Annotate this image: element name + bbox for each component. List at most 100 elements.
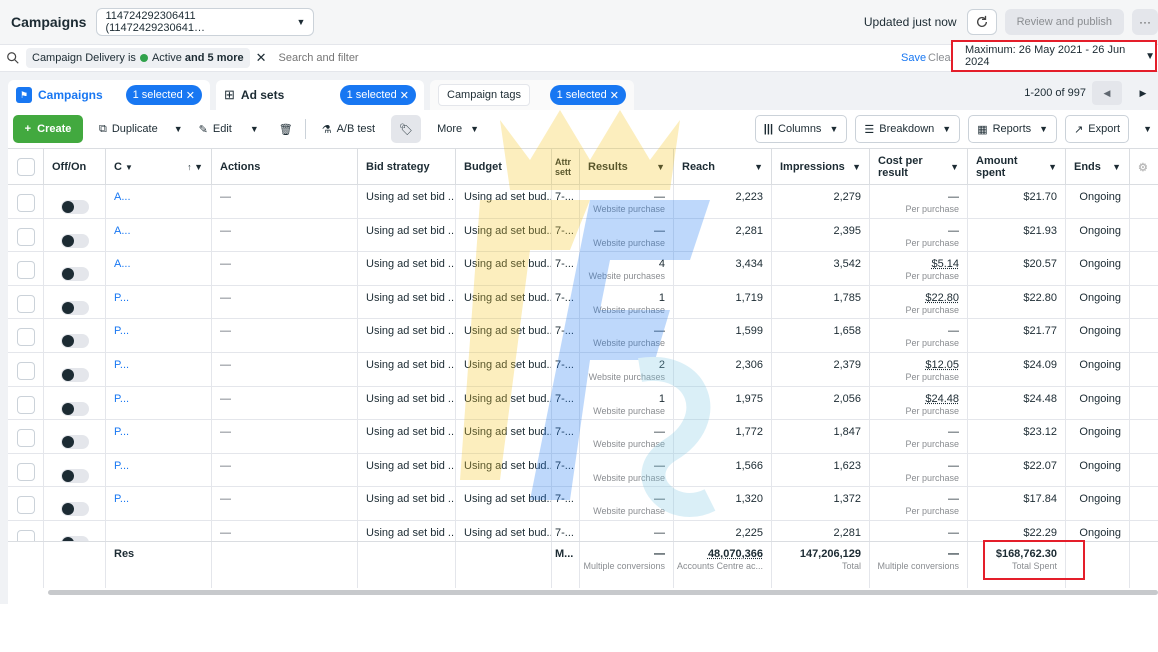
amount-spent-cell: $21.77 bbox=[968, 319, 1066, 352]
row-checkbox[interactable] bbox=[16, 294, 35, 313]
col-impressions[interactable]: Impressions ▼ bbox=[772, 149, 870, 185]
row-checkbox[interactable] bbox=[16, 194, 35, 212]
col-campaign[interactable]: C ▼ ↑ ▼ bbox=[106, 149, 212, 185]
duplicate-button[interactable]: ⧉ Duplicate ▼ bbox=[91, 115, 183, 143]
columns-button[interactable]: ||| Columns ▼ bbox=[754, 115, 848, 143]
campaign-name-cell[interactable]: A... bbox=[106, 185, 212, 218]
account-selector[interactable]: 114724292306411 (11472429230641… ▼ bbox=[96, 8, 315, 36]
col-amount-spent[interactable]: Amount spent ▼ bbox=[968, 149, 1066, 185]
more-options-button[interactable]: ··· bbox=[1132, 9, 1158, 35]
export-dropdown-button[interactable]: ▼ bbox=[1137, 115, 1158, 143]
edit-button[interactable]: ✎ Edit ▼ bbox=[190, 115, 267, 143]
table-row[interactable]: P... — Using ad set bid ... Using ad set bu… bbox=[8, 487, 1158, 521]
campaign-name-cell[interactable]: P... bbox=[106, 420, 212, 453]
col-cost-per-result[interactable]: Cost per result ▼ bbox=[870, 149, 968, 185]
save-filter-link[interactable]: Save bbox=[901, 52, 926, 64]
create-button[interactable]: + Create bbox=[13, 115, 83, 143]
col-results[interactable]: Results ▼ bbox=[580, 149, 674, 185]
amount-spent-cell: $24.48 bbox=[968, 386, 1066, 420]
col-budget[interactable]: Budget bbox=[456, 149, 552, 185]
table-row[interactable]: A... — Using ad set bid ... Using ad set bu… bbox=[8, 185, 1158, 219]
remove-filter-icon[interactable]: ✕ bbox=[256, 50, 267, 66]
row-checkbox[interactable] bbox=[16, 529, 35, 541]
table-row[interactable]: P... — Using ad set bid ... Using ad set bu… bbox=[8, 386, 1158, 421]
filter-chip-active: Active bbox=[151, 52, 182, 64]
delete-button[interactable]: 🗑 bbox=[274, 115, 297, 143]
adsets-selected-pill[interactable]: 1 selected ✕ bbox=[339, 85, 416, 105]
cost-per-result-unit: Per purchase bbox=[905, 405, 959, 416]
table-row[interactable]: P... — Using ad set bid ... Using ad set bu… bbox=[8, 420, 1158, 454]
campaign-name-cell[interactable]: P... bbox=[106, 487, 212, 520]
campaign-toggle[interactable] bbox=[60, 401, 89, 416]
campaign-toggle[interactable] bbox=[60, 502, 89, 517]
row-checkbox[interactable] bbox=[16, 395, 35, 414]
campaign-name-cell[interactable] bbox=[106, 520, 212, 541]
campaign-toggle[interactable] bbox=[60, 334, 89, 349]
refresh-button[interactable] bbox=[966, 9, 997, 35]
prev-page-button[interactable]: ◀ bbox=[1092, 81, 1122, 105]
campaign-name-cell[interactable]: P... bbox=[106, 386, 212, 420]
campaign-name-cell[interactable]: P... bbox=[106, 319, 212, 352]
row-checkbox[interactable] bbox=[16, 227, 35, 246]
reports-button[interactable]: ▦ Reports ▼ bbox=[968, 115, 1058, 143]
campaign-toggle[interactable] bbox=[60, 300, 89, 315]
more-button[interactable]: More ▼ bbox=[429, 115, 488, 143]
ab-test-button[interactable]: ⚗ A/B test bbox=[313, 115, 384, 143]
row-checkbox[interactable] bbox=[16, 261, 35, 280]
sort-asc-icon[interactable]: ↑ ▼ bbox=[187, 162, 203, 172]
campaign-toggle[interactable] bbox=[60, 367, 89, 382]
row-checkbox[interactable] bbox=[16, 328, 35, 347]
row-checkbox[interactable] bbox=[16, 462, 35, 481]
review-publish-button[interactable]: Review and publish bbox=[1004, 9, 1124, 35]
row-checkbox[interactable] bbox=[16, 496, 35, 515]
totals-results-sub: Multiple conversions bbox=[583, 561, 665, 571]
date-range-picker[interactable]: Maximum: 26 May 2021 - 26 Jun 2024 ▼ bbox=[951, 40, 1157, 72]
campaigns-selected-pill[interactable]: 1 selected ✕ bbox=[125, 85, 202, 105]
ads-manager: Campaigns 114724292306411 (1147242923064… bbox=[0, 0, 1158, 604]
campaign-name-cell[interactable]: A... bbox=[106, 218, 212, 252]
col-ends[interactable]: Ends ▼ bbox=[1066, 149, 1130, 185]
campaign-toggle[interactable] bbox=[60, 267, 89, 282]
col-reach[interactable]: Reach ▼ bbox=[674, 149, 772, 185]
row-toggle-cell bbox=[44, 252, 106, 285]
col-actions[interactable]: Actions bbox=[212, 149, 358, 185]
campaign-name-cell[interactable]: P... bbox=[106, 453, 212, 487]
campaign-toggle[interactable] bbox=[60, 200, 89, 214]
campaign-name-cell[interactable]: A... bbox=[106, 252, 212, 285]
table-row[interactable]: P... — Using ad set bid ... Using ad set bu… bbox=[8, 352, 1158, 387]
col-off-on[interactable]: Off/On bbox=[44, 149, 106, 185]
tag-button[interactable]: 🏷 bbox=[391, 115, 422, 143]
table-row[interactable]: A... — Using ad set bid ... Using ad set bu… bbox=[8, 252, 1158, 286]
tab-campaigns[interactable]: ⚑ Campaigns 1 selected ✕ bbox=[8, 80, 210, 110]
results-value: — bbox=[654, 224, 665, 237]
select-all-checkbox[interactable] bbox=[16, 158, 35, 176]
settings-column[interactable]: ⚙ bbox=[1130, 149, 1158, 185]
col-bid-strategy[interactable]: Bid strategy bbox=[358, 149, 456, 185]
row-checkbox[interactable] bbox=[16, 361, 35, 380]
table-row[interactable]: P... — Using ad set bid ... Using ad set bu… bbox=[8, 453, 1158, 488]
table-row[interactable]: — Using ad set bid ... Using ad set bud...… bbox=[8, 520, 1158, 541]
breakdown-button[interactable]: ☰ Breakdown ▼ bbox=[855, 115, 961, 143]
cost-per-result-cell: — bbox=[870, 520, 968, 541]
next-page-button[interactable]: ▶ bbox=[1128, 81, 1158, 105]
table-row[interactable]: A... — Using ad set bid ... Using ad set bu… bbox=[8, 218, 1158, 253]
campaign-name-cell[interactable]: P... bbox=[106, 285, 212, 319]
row-checkbox[interactable] bbox=[16, 429, 35, 448]
tags-selected-pill[interactable]: 1 selected ✕ bbox=[549, 85, 626, 105]
campaign-toggle[interactable] bbox=[60, 233, 89, 248]
campaign-toggle[interactable] bbox=[60, 468, 89, 483]
tab-adsets[interactable]: ⊞ Ad sets 1 selected ✕ bbox=[216, 80, 424, 110]
table-row[interactable]: P... — Using ad set bid ... Using ad set bu… bbox=[8, 319, 1158, 353]
caret-down-icon: ▼ bbox=[173, 124, 183, 134]
results-type: Website purchase bbox=[593, 237, 665, 248]
tab-campaign-tags[interactable]: Campaign tags 1 selected ✕ bbox=[430, 80, 634, 110]
export-button[interactable]: ↗ Export bbox=[1065, 115, 1130, 143]
campaign-toggle[interactable] bbox=[60, 435, 89, 450]
campaign-name-cell[interactable]: P... bbox=[106, 352, 212, 386]
col-attribution[interactable]: Attr sett bbox=[552, 149, 580, 185]
horizontal-scrollbar[interactable] bbox=[48, 590, 1158, 595]
table-row[interactable]: P... — Using ad set bid ... Using ad set bu… bbox=[8, 285, 1158, 320]
toggle-knob bbox=[61, 469, 74, 482]
delivery-filter-chip[interactable]: Campaign Delivery is Active and 5 more bbox=[26, 48, 250, 68]
search-input[interactable] bbox=[278, 52, 579, 64]
